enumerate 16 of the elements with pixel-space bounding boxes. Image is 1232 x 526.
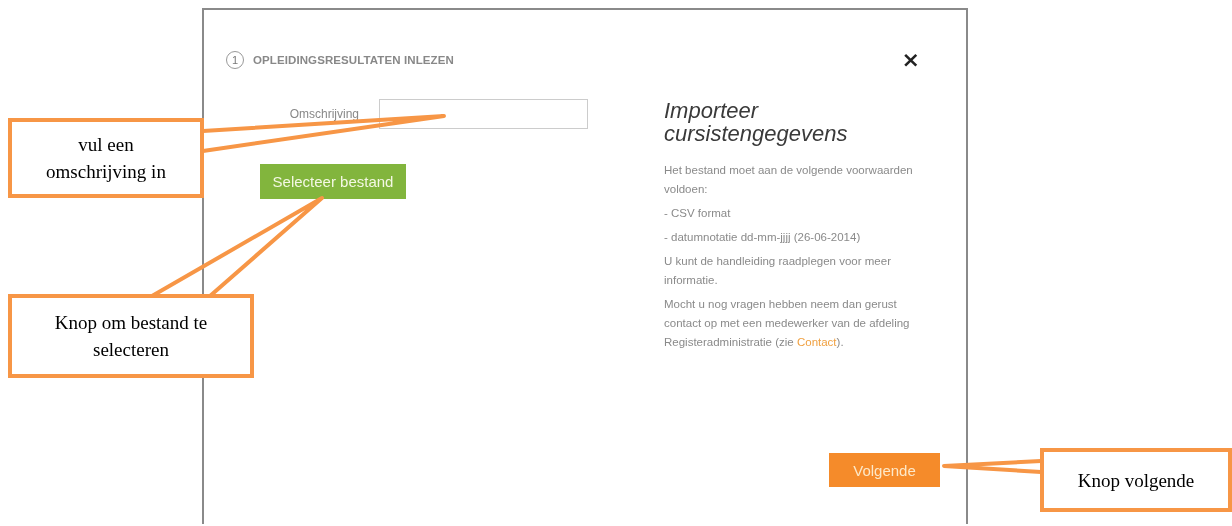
- close-button[interactable]: ×: [899, 50, 922, 70]
- info-paragraph: - datumnotatie dd-mm-jjjj (26-06-2014): [664, 230, 862, 245]
- next-button[interactable]: Volgende: [829, 453, 940, 487]
- annotation-text: Knop om bestand te selecteren: [53, 311, 209, 362]
- input-field[interactable]: [379, 99, 588, 129]
- info-paragraph: Het bestand moet aan de volgende voorwaarden voldoen:: [664, 163, 914, 197]
- info-heading: Importeer cursistengegevens: [664, 99, 849, 145]
- annotation-text: Knop volgende: [1077, 468, 1195, 493]
- contact-link[interactable]: Contact: [796, 336, 837, 348]
- info-paragraph: U kunt de handleiding raadplegen voor meer informatie.: [664, 254, 892, 288]
- info-paragraph: Mocht u nog vragen hebben neem dan gerust contact op met een medewerker van de afdeling Registeradministratie (zie Contact).: [664, 297, 911, 350]
- info-paragraph: - CSV format: [664, 206, 732, 221]
- field-label: Omschrijving: [288, 107, 359, 121]
- select-file-button[interactable]: Selecteer bestand: [260, 164, 406, 199]
- dialog-title: OPLEIDINGSRESULTATEN INLEZEN: [253, 54, 455, 66]
- annotation-text: vul een omschrijving in: [45, 133, 167, 184]
